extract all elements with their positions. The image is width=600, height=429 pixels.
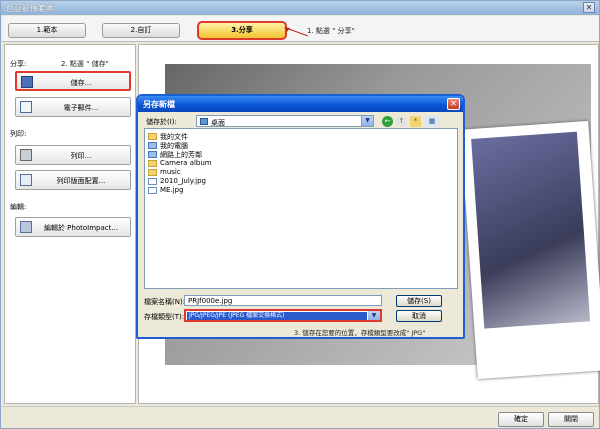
- edit-heading: 編輯:: [10, 203, 27, 211]
- printer-icon: [20, 149, 32, 161]
- tab-share[interactable]: 3.分享: [197, 21, 287, 40]
- save-in-label: 儲存於(I):: [146, 118, 177, 126]
- dialog-save-button[interactable]: 儲存(S): [396, 295, 442, 307]
- envelope-icon: [20, 101, 32, 113]
- folder-icon: [148, 133, 157, 140]
- print-heading: 列印:: [10, 130, 27, 138]
- page-layout-icon: [20, 174, 32, 186]
- step3-annotation: 3. 儲存在您要的位置，存檔類型要改成" JPG": [294, 329, 426, 337]
- dialog-title-bar: 另存新檔 ✕: [138, 96, 463, 112]
- close-button[interactable]: 關閉: [548, 412, 594, 427]
- print-button[interactable]: 列印...: [15, 145, 131, 165]
- title-bar: 創意影像範本 ✕: [1, 1, 599, 15]
- dialog-close-button[interactable]: ✕: [447, 98, 460, 110]
- edit-in-photoimpact-button[interactable]: 編輯於 PhotoImpact...: [15, 217, 131, 237]
- save-in-value: 桌面: [211, 119, 225, 127]
- filename-value: PRJf000e.jpg: [188, 297, 233, 305]
- image-file-icon: [148, 178, 157, 185]
- save-in-dropdown[interactable]: 桌面 ▼: [196, 115, 374, 127]
- dialog-title: 另存新檔: [143, 100, 175, 109]
- network-icon: [148, 151, 157, 158]
- edit-image-icon: [20, 221, 32, 233]
- filetype-dropdown[interactable]: JPG/JPEG/JPE (JPEG 檔案交換格式) ▼: [184, 309, 382, 322]
- ok-button[interactable]: 確定: [498, 412, 544, 427]
- folder-icon: [148, 169, 157, 176]
- left-panel: 分享: 2. 點選 " 儲存" 儲存... 電子郵件... 列印: 列印... …: [4, 44, 136, 404]
- bottom-bar: 確定 關閉: [2, 406, 599, 428]
- step2-annotation: 2. 點選 " 儲存": [61, 60, 109, 68]
- print-layout-button-label: 列印版面配置...: [56, 177, 106, 185]
- view-menu-icon[interactable]: ▦: [424, 116, 440, 127]
- floppy-disk-icon: [21, 76, 33, 88]
- tab-bar: 1.範本 2.自訂 3.分享 1. 點選 " 分享": [2, 16, 599, 42]
- up-folder-icon[interactable]: ↑: [396, 116, 407, 127]
- image-file-icon: [148, 187, 157, 194]
- share-heading: 分享:: [10, 60, 27, 68]
- email-button-label: 電子郵件...: [63, 104, 99, 112]
- arrow-annotation-icon: [284, 27, 309, 37]
- save-as-dialog: 另存新檔 ✕ 儲存於(I): 桌面 ▼ ← ↑ * ▦ 我的文件 我的電腦 網路…: [136, 94, 465, 339]
- desktop-icon: [200, 118, 208, 125]
- email-button[interactable]: 電子郵件...: [15, 97, 131, 117]
- new-folder-icon[interactable]: *: [410, 116, 421, 127]
- save-button-label: 儲存...: [70, 79, 92, 87]
- dialog-cancel-button[interactable]: 取消: [396, 310, 442, 322]
- edit-button-label: 編輯於 PhotoImpact...: [43, 224, 119, 232]
- filename-field[interactable]: PRJf000e.jpg: [184, 295, 382, 306]
- folder-icon: [148, 160, 157, 167]
- print-button-label: 列印...: [70, 152, 92, 160]
- window-title: 創意影像範本: [6, 4, 54, 13]
- tab-customize[interactable]: 2.自訂: [102, 23, 180, 38]
- back-icon[interactable]: ←: [382, 116, 393, 127]
- window-close-button[interactable]: ✕: [583, 2, 595, 13]
- save-button[interactable]: 儲存...: [15, 71, 131, 91]
- step1-annotation: 1. 點選 " 分享": [307, 27, 355, 35]
- chevron-down-icon: ▼: [361, 116, 373, 126]
- filename-label: 檔案名稱(N):: [144, 298, 186, 306]
- filetype-value: JPG/JPEG/JPE (JPEG 檔案交換格式): [187, 312, 367, 320]
- tab-template[interactable]: 1.範本: [8, 23, 86, 38]
- filetype-label: 存檔類型(T):: [144, 313, 185, 321]
- print-layout-button[interactable]: 列印版面配置...: [15, 170, 131, 190]
- file-list[interactable]: 我的文件 我的電腦 網路上的芳鄰 Camera album music 2010…: [144, 128, 458, 289]
- chevron-down-icon: ▼: [368, 311, 380, 320]
- photo-inner: [471, 131, 591, 329]
- polaroid-frame: [460, 120, 600, 380]
- computer-icon: [148, 142, 157, 149]
